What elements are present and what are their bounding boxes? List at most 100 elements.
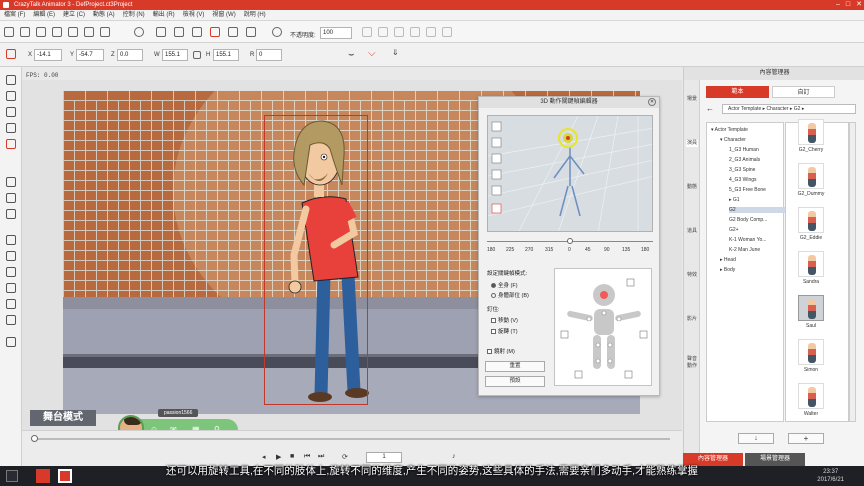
- side-tab-fx[interactable]: 特效: [686, 272, 698, 279]
- tree-item[interactable]: G2+: [729, 227, 739, 233]
- pose-icon[interactable]: [6, 91, 16, 101]
- thumbnail-item[interactable]: [798, 295, 824, 321]
- opacity-field[interactable]: 100: [320, 27, 352, 39]
- menu-create[interactable]: 建立 (C): [63, 10, 85, 20]
- side-tab-scene[interactable]: 場景: [686, 96, 698, 103]
- r-field[interactable]: 0: [256, 49, 282, 61]
- rotate-tool-icon[interactable]: [210, 27, 220, 37]
- tree-item[interactable]: 4_G3 Wings: [729, 177, 757, 183]
- menu-animation[interactable]: 動態 (A): [93, 10, 115, 20]
- timeline-track[interactable]: [34, 438, 670, 440]
- reset-key-icon[interactable]: ⇓: [392, 48, 399, 57]
- group-icon[interactable]: [394, 27, 404, 37]
- tree-item[interactable]: 1_G3 Human: [729, 147, 759, 153]
- tree-item[interactable]: 2_G3 Animals: [729, 157, 760, 163]
- tree-item[interactable]: 3_G3 Spine: [729, 167, 755, 173]
- deform-icon[interactable]: [6, 123, 16, 133]
- mode-full-body-radio[interactable]: 全身 (F): [491, 281, 518, 289]
- side-tab-motion[interactable]: 動態: [686, 184, 698, 191]
- camera-icon[interactable]: [6, 315, 16, 325]
- maximize-icon[interactable]: □: [846, 0, 850, 10]
- path-icon[interactable]: [6, 299, 16, 309]
- loop-icon[interactable]: ⟳: [342, 453, 348, 461]
- side-tab-audio[interactable]: 聲音動作: [686, 356, 698, 370]
- side-tab-props[interactable]: 道具: [686, 228, 698, 235]
- render-icon[interactable]: [84, 27, 94, 37]
- lock-move-checkbox[interactable]: 移動 (V): [491, 316, 518, 324]
- puppet-icon[interactable]: [6, 193, 16, 203]
- preset-button[interactable]: 預設: [485, 376, 545, 387]
- walk-icon[interactable]: [6, 251, 16, 261]
- start-icon[interactable]: [6, 470, 18, 482]
- face-key-icon[interactable]: ⌣: [348, 49, 355, 60]
- tree-item[interactable]: ▾ Character: [720, 137, 746, 143]
- motion-icon[interactable]: [6, 177, 16, 187]
- settings-icon[interactable]: [100, 27, 110, 37]
- stage-icon[interactable]: [6, 235, 16, 245]
- 3d-transform-icon[interactable]: [6, 49, 16, 59]
- thumbnail-item[interactable]: [798, 251, 824, 277]
- crazytalk-taskbar-icon[interactable]: [36, 469, 50, 483]
- link-icon[interactable]: [246, 27, 256, 37]
- actor-icon[interactable]: [6, 75, 16, 85]
- tab-template[interactable]: 範本: [706, 86, 769, 98]
- thumbnail-scrollbar[interactable]: [849, 122, 856, 422]
- next-frame-icon[interactable]: ⏭: [318, 453, 324, 461]
- tree-item[interactable]: ▸ Body: [720, 267, 735, 273]
- run-icon[interactable]: [6, 267, 16, 277]
- face-icon[interactable]: [6, 139, 16, 149]
- select-icon[interactable]: [174, 27, 184, 37]
- reset-button[interactable]: 重置: [485, 361, 545, 372]
- thumbnail-item[interactable]: [798, 383, 824, 409]
- mode-body-part-radio[interactable]: 身體部位 (B): [491, 291, 529, 299]
- h-field[interactable]: 155.1: [213, 49, 239, 61]
- scale-icon[interactable]: [228, 27, 238, 37]
- play-icon[interactable]: ▶: [276, 453, 281, 461]
- tree-item[interactable]: ▸ Head: [720, 257, 736, 263]
- import-icon[interactable]: [52, 27, 62, 37]
- thumbnail-item[interactable]: [798, 339, 824, 365]
- rotation-slider-thumb[interactable]: [567, 238, 573, 244]
- mirror-checkbox[interactable]: 鏡射 (M): [487, 347, 515, 355]
- cut-icon[interactable]: [156, 27, 166, 37]
- timeline-scrubber[interactable]: [31, 435, 38, 442]
- close-icon[interactable]: ✕: [856, 0, 862, 10]
- tree-item[interactable]: G2: [729, 207, 793, 213]
- selection-bounding-box[interactable]: [264, 115, 368, 405]
- undo-icon[interactable]: [134, 27, 144, 37]
- save-icon[interactable]: [36, 27, 46, 37]
- tree-item[interactable]: K-1 Woman Yo...: [729, 237, 766, 243]
- x-field[interactable]: -14.1: [34, 49, 62, 61]
- prev-frame-icon[interactable]: ⏮: [304, 453, 310, 461]
- lock-icon[interactable]: [442, 27, 452, 37]
- move-icon[interactable]: [192, 27, 202, 37]
- lock-rotate-checkbox[interactable]: 旋轉 (T): [491, 327, 518, 335]
- distribute-icon[interactable]: [378, 27, 388, 37]
- w-field[interactable]: 155.1: [162, 49, 188, 61]
- tree-item[interactable]: G2 Body Comp...: [729, 217, 767, 223]
- y-field[interactable]: -54.7: [76, 49, 104, 61]
- body-key-icon[interactable]: ⌵: [368, 48, 376, 59]
- link-scale-icon[interactable]: [193, 51, 201, 59]
- z-field[interactable]: 0.0: [117, 49, 143, 61]
- ungroup-icon[interactable]: [410, 27, 420, 37]
- new-project-icon[interactable]: [4, 27, 14, 37]
- export-icon[interactable]: [68, 27, 78, 37]
- visibility-icon[interactable]: [272, 27, 282, 37]
- side-tab-actor[interactable]: 演員: [686, 140, 698, 147]
- apply-download-icon[interactable]: ↓: [738, 433, 774, 444]
- tab-custom[interactable]: 自訂: [772, 86, 835, 98]
- 3d-viewport[interactable]: [487, 115, 653, 232]
- thumbnail-item[interactable]: [798, 163, 824, 189]
- breadcrumb[interactable]: Actor Template ▸ Character ▸ G2 ▸: [722, 104, 856, 114]
- back-icon[interactable]: ←: [706, 104, 714, 113]
- add-icon[interactable]: +: [788, 433, 824, 444]
- jump-icon[interactable]: [6, 283, 16, 293]
- side-tab-video[interactable]: 影片: [686, 316, 698, 323]
- menu-help[interactable]: 說明 (H): [244, 10, 266, 20]
- thumbnail-item[interactable]: [798, 119, 824, 145]
- stop-icon[interactable]: ■: [290, 453, 294, 460]
- tree-item[interactable]: ▸ G1: [729, 197, 740, 203]
- menu-render[interactable]: 輸出 (R): [153, 10, 175, 20]
- body-part-selector[interactable]: [554, 268, 652, 386]
